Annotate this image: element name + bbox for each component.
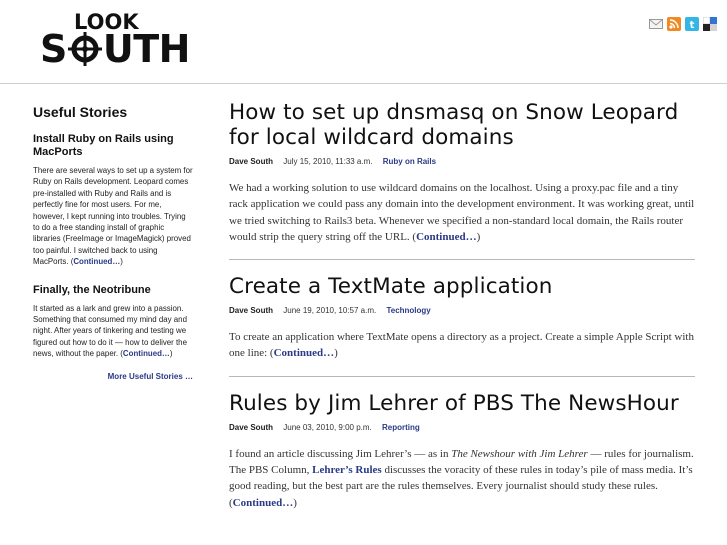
post-meta: Dave South July 15, 2010, 11:33 a.m. Rub… [229,157,695,166]
more-stories-link[interactable]: More Useful Stories … [33,372,193,381]
post-excerpt: We had a working solution to use wildcar… [229,182,695,243]
site-header: LOOK S UTH t [0,0,727,84]
delicious-icon[interactable] [703,17,717,31]
post-title[interactable]: How to set up dnsmasq on Snow Leopard fo… [229,100,695,150]
email-icon[interactable] [649,17,663,31]
post: Create a TextMate application Dave South… [229,274,695,377]
twitter-icon[interactable]: t [685,17,699,31]
continued-link[interactable]: Continued… [416,231,477,243]
compass-icon [67,31,102,66]
continued-link[interactable]: Continued… [274,347,335,359]
site-logo[interactable]: LOOK S UTH [40,10,200,74]
rss-icon[interactable] [667,17,681,31]
show-title: The Newshour with Jim Lehrer [451,447,588,460]
post-title[interactable]: Rules by Jim Lehrer of PBS The NewsHour [229,391,695,416]
sidebar: Useful Stories Install Ruby on Rails usi… [33,104,193,381]
post-meta: Dave South June 19, 2010, 10:57 a.m. Tec… [229,306,695,315]
continued-link[interactable]: Continued… [123,349,170,358]
post: How to set up dnsmasq on Snow Leopard fo… [229,100,695,261]
logo-south-text: S UTH [40,27,190,71]
post-meta: Dave South June 03, 2010, 9:00 p.m. Repo… [229,423,695,432]
social-icons: t [649,17,717,31]
post-category-link[interactable]: Ruby on Rails [383,157,436,166]
sidebar-story-title[interactable]: Install Ruby on Rails using MacPorts [33,133,193,159]
svg-text:t: t [690,20,695,31]
post: Rules by Jim Lehrer of PBS The NewsHour … [229,391,695,525]
post-title[interactable]: Create a TextMate application [229,274,695,299]
post-author: Dave South [229,306,274,316]
sidebar-story-body: It started as a lark and grew into a pas… [33,303,187,359]
post-date: June 03, 2010, 9:00 p.m. [283,422,372,432]
sidebar-story-title[interactable]: Finally, the Neotribune [33,284,193,297]
post-category-link[interactable]: Reporting [382,423,420,432]
post-excerpt: I found an article discussing Jim Lehrer… [229,447,694,509]
lehrers-rules-link[interactable]: Lehrer’s Rules [312,464,382,476]
main-content: How to set up dnsmasq on Snow Leopard fo… [229,100,695,539]
post-date: July 15, 2010, 11:33 a.m. [283,157,373,166]
post-author: Dave South [229,157,274,166]
post-category-link[interactable]: Technology [386,306,430,315]
continued-link[interactable]: Continued… [73,257,120,266]
post-date: June 19, 2010, 10:57 a.m. [283,306,377,316]
post-author: Dave South [229,422,274,432]
sidebar-heading: Useful Stories [33,104,128,120]
sidebar-story-body: There are several ways to set up a syste… [33,166,193,267]
continued-link[interactable]: Continued… [233,497,294,509]
post-excerpt: To create an application where TextMate … [229,331,694,360]
